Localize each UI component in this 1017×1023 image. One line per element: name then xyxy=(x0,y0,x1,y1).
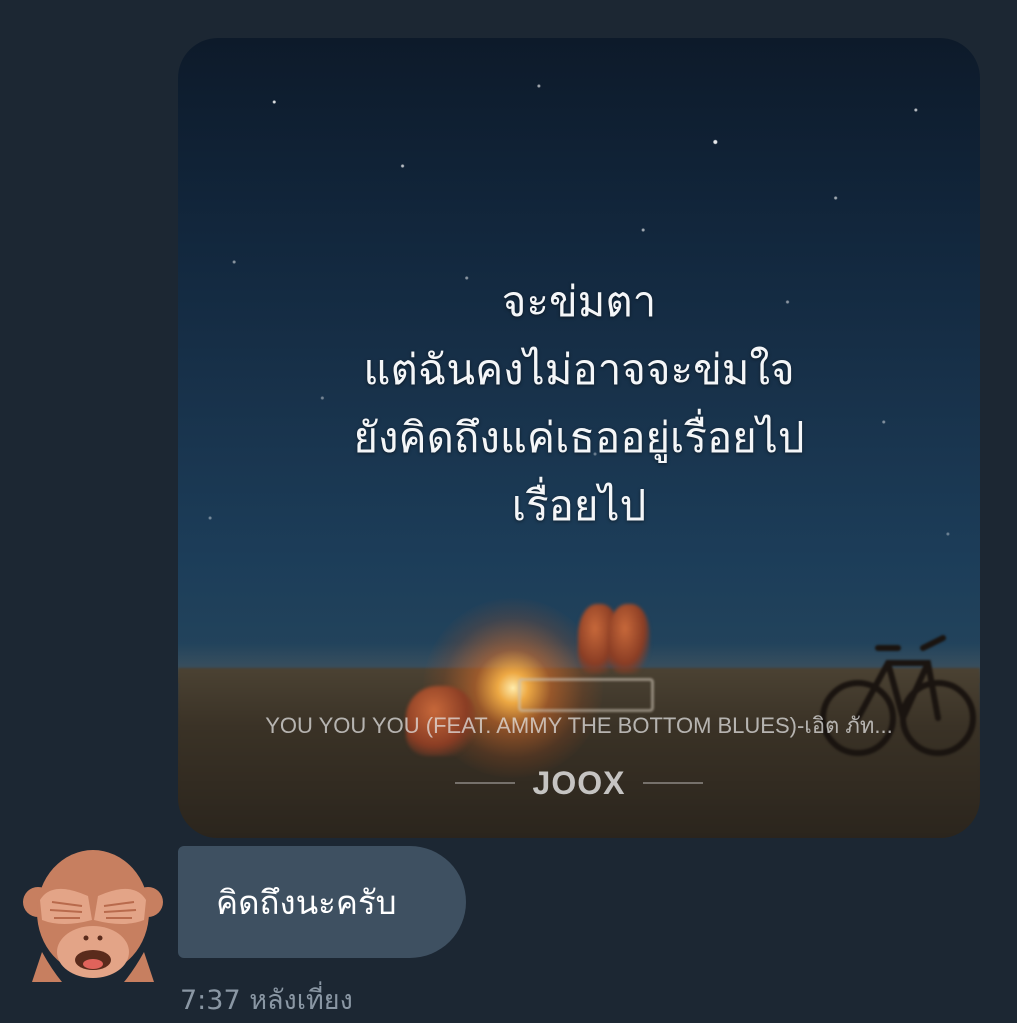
person-silhouette xyxy=(608,604,650,674)
avatar[interactable] xyxy=(22,840,164,982)
beach-table xyxy=(518,678,654,712)
lyrics-line: ยังคิดถึงแค่เธออยู่เรื่อยไป xyxy=(353,413,805,462)
divider xyxy=(643,782,704,784)
chat-view: จะข่มตา แต่ฉันคงไม่อาจจะข่มใจ ยังคิดถึงแ… xyxy=(0,0,1017,1023)
divider xyxy=(454,782,515,784)
shared-song-image[interactable]: จะข่มตา แต่ฉันคงไม่อาจจะข่มใจ ยังคิดถึงแ… xyxy=(178,38,980,838)
message-bubble[interactable]: คิดถึงนะครับ xyxy=(178,846,466,958)
lyrics-line: เรื่อยไป xyxy=(511,481,647,530)
lyrics-line: จะข่มตา xyxy=(501,277,657,326)
see-no-evil-monkey-icon xyxy=(23,850,163,982)
message-text: คิดถึงนะครับ xyxy=(216,882,397,922)
message-timestamp: 7:37 หลังเที่ยง xyxy=(180,985,353,1016)
song-title: YOU YOU YOU (FEAT. AMMY THE BOTTOM BLUES… xyxy=(265,713,893,738)
brand-watermark: JOOX xyxy=(178,763,980,803)
lyrics-line: แต่ฉันคงไม่อาจจะข่มใจ xyxy=(363,345,795,394)
song-lyrics: จะข่มตา แต่ฉันคงไม่อาจจะข่มใจ ยังคิดถึงแ… xyxy=(178,268,980,540)
bicycle-icon xyxy=(820,635,976,756)
joox-logo: JOOX xyxy=(532,764,626,801)
